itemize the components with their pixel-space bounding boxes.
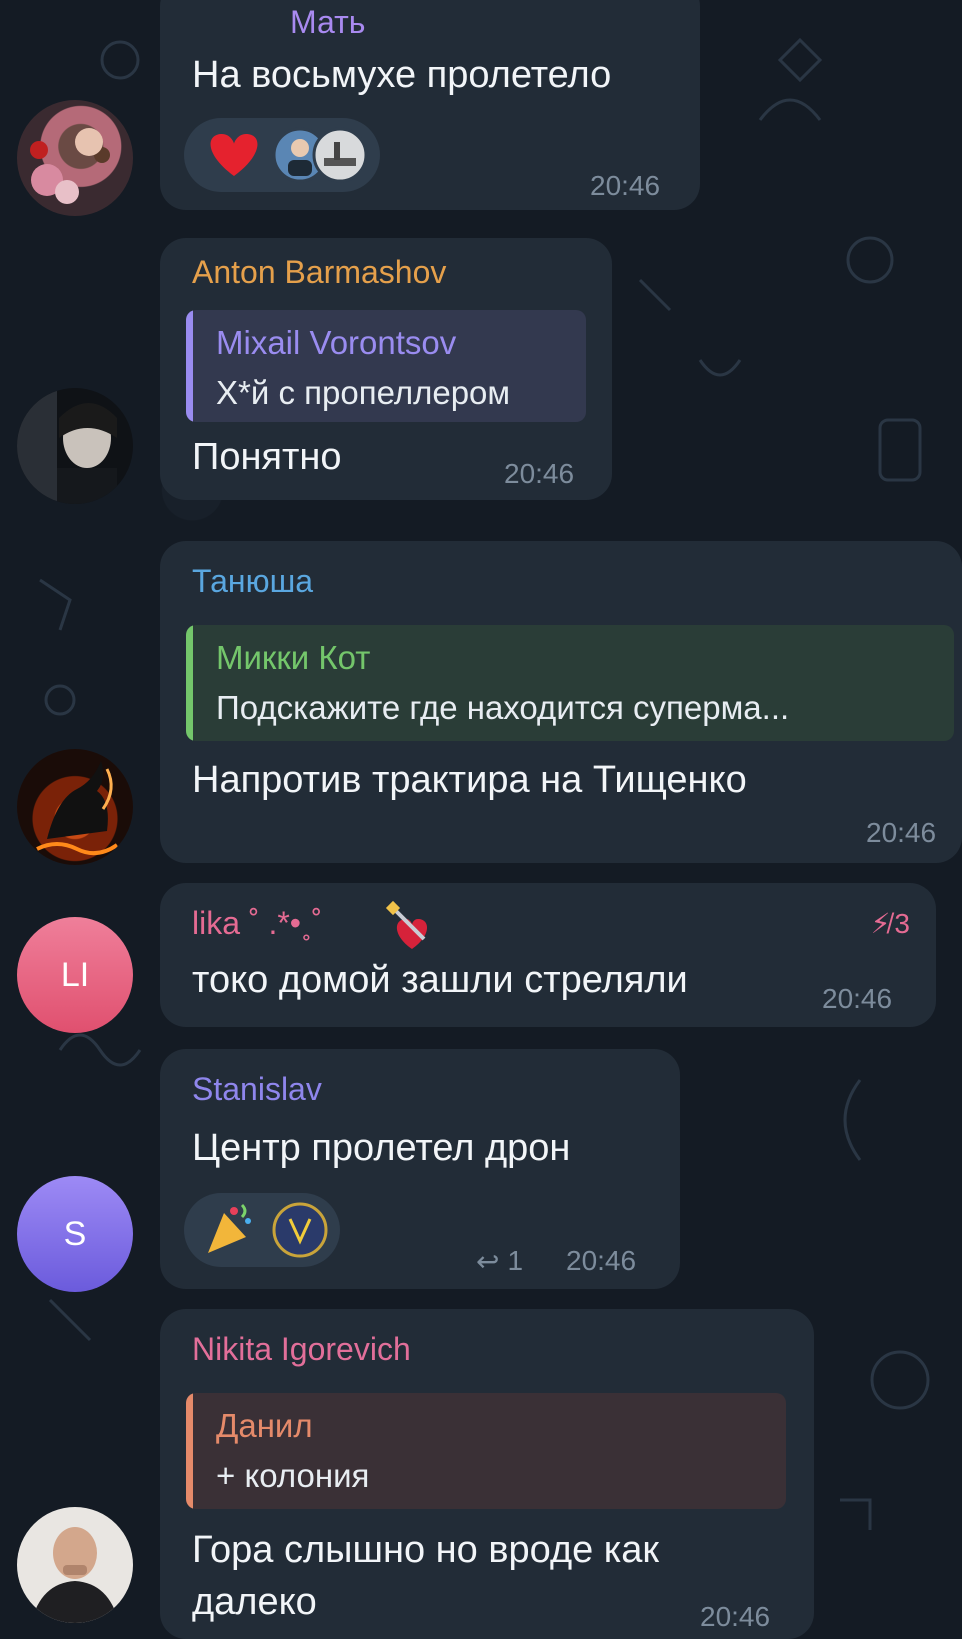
avatar-initials: S — [63, 1214, 87, 1253]
message-bubble[interactable]: Nikita Igorevich Данил + колония Гора сл… — [160, 1309, 814, 1639]
reply-bar — [186, 310, 193, 422]
message-bubble[interactable]: Танюша Микки Кот Подскажите где находитс… — [160, 541, 962, 863]
avatar[interactable]: S — [17, 1176, 133, 1292]
reply-text: Х*й с пропеллером — [216, 374, 511, 411]
avatar[interactable] — [17, 1507, 133, 1623]
message-sender[interactable]: Anton Barmashov — [192, 254, 446, 291]
avatar[interactable] — [17, 388, 133, 504]
message-bubble[interactable]: Мать На восьмухе пролетело 20:46 — [160, 0, 700, 210]
reply-text: + колония — [216, 1457, 370, 1494]
reactions-pill[interactable] — [184, 118, 380, 192]
message-time: 20:46 — [866, 817, 937, 848]
message-text: токо домой зашли стреляли — [192, 959, 688, 1001]
reply-author: Данил — [216, 1407, 313, 1444]
message-text-line-2: далеко — [192, 1581, 317, 1623]
reply-arrow-icon: ↩ — [476, 1246, 500, 1277]
dagger-heart-emoji-icon — [385, 900, 428, 949]
message-text: Напротив трактира на Тищенко — [192, 759, 747, 801]
avatar-initials: LI — [60, 955, 90, 994]
avatar[interactable] — [17, 100, 133, 216]
reply-quote[interactable]: Микки Кот Подскажите где находится супер… — [186, 625, 954, 741]
message-time: 20:46 — [822, 983, 893, 1014]
message-bubble[interactable]: lika ˚ .*•˳˚ ⚡̸ 3 токо домой зашли стрел… — [160, 883, 936, 1027]
message-text: Центр пролетел дрон — [192, 1127, 571, 1169]
avatar-photo — [30, 128, 110, 204]
message-sender[interactable]: lika ˚ .*•˳˚ — [192, 905, 322, 942]
reply-quote[interactable]: Mixail Vorontsov Х*й с пропеллером — [186, 310, 586, 422]
message-time: 20:46 — [566, 1245, 637, 1276]
reply-author: Микки Кот — [216, 639, 371, 676]
message-time: 20:46 — [590, 170, 661, 201]
reply-quote[interactable]: Данил + колония — [186, 1393, 786, 1509]
reply-text: Подскажите где находится суперма... — [216, 689, 790, 726]
reply-count: 1 — [507, 1245, 524, 1276]
replies-indicator[interactable]: ↩ 1 — [476, 1245, 523, 1278]
avatar-photo — [17, 388, 117, 504]
message-sender[interactable]: Stanislav — [192, 1071, 322, 1108]
avatar[interactable] — [17, 749, 133, 865]
message-sender[interactable]: Nikita Igorevich — [192, 1331, 411, 1368]
reply-author: Mixail Vorontsov — [216, 324, 457, 361]
avatar[interactable]: LI — [17, 917, 133, 1033]
message-sender[interactable]: Мать — [290, 4, 365, 41]
reply-bar — [186, 625, 193, 741]
avatar-photo — [31, 1527, 119, 1623]
boost-badge[interactable]: ⚡̸ 3 — [871, 907, 910, 940]
message-bubble[interactable]: Stanislav Центр пролетел дрон ↩ 1 20:46 — [160, 1049, 680, 1289]
message-text: Понятно — [192, 436, 342, 478]
reply-bar — [186, 1393, 193, 1509]
message-bubble[interactable]: Anton Barmashov Mixail Vorontsov Х*й с п… — [160, 238, 612, 500]
message-sender[interactable]: Танюша — [192, 563, 313, 600]
boost-count: 3 — [894, 907, 910, 939]
lightning-icon: ⚡̸ — [870, 908, 891, 939]
message-text: На восьмухе пролетело — [192, 54, 612, 96]
reactions-pill[interactable] — [184, 1193, 340, 1267]
avatar-photo — [36, 761, 119, 856]
message-time: 20:46 — [504, 458, 575, 489]
message-text-line-1: Гора слышно но вроде как — [192, 1529, 660, 1571]
message-time: 20:46 — [700, 1601, 771, 1632]
party-popper-emoji-icon — [208, 1202, 328, 1258]
heart-emoji-icon — [210, 127, 368, 183]
